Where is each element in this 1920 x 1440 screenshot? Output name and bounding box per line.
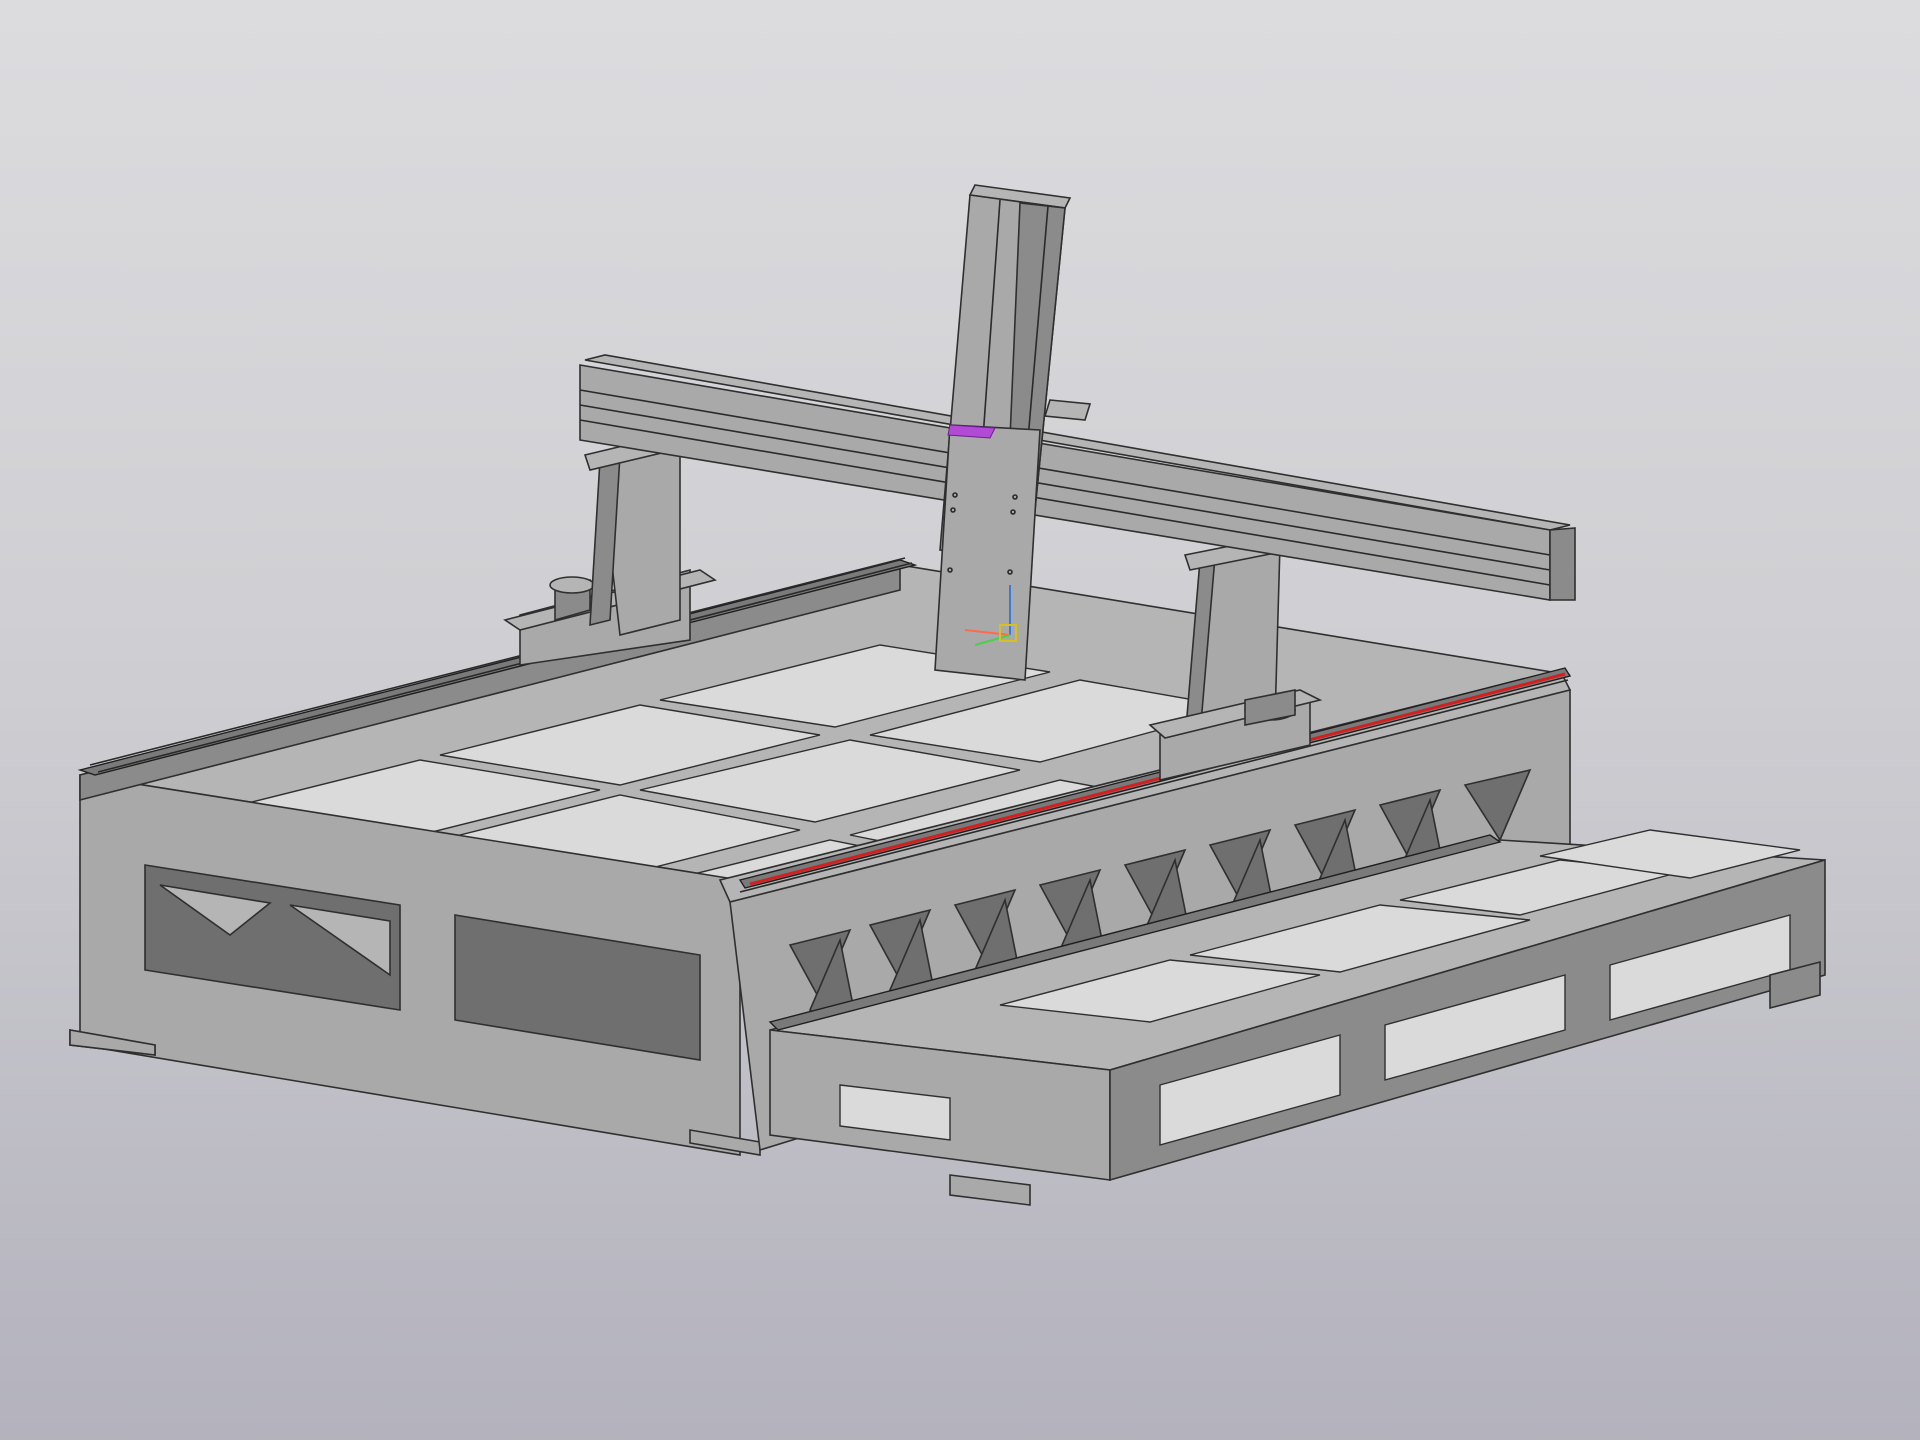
low-table-leg-front: [949, 1174, 1031, 1206]
cnc-gantry-assembly-model[interactable]: [0, 0, 1920, 1440]
gantry-crossbeam[interactable]: [579, 354, 1576, 601]
crossbeam-front: [579, 364, 1551, 601]
left-upright: [583, 429, 697, 636]
3d-viewport[interactable]: [0, 0, 1920, 1440]
